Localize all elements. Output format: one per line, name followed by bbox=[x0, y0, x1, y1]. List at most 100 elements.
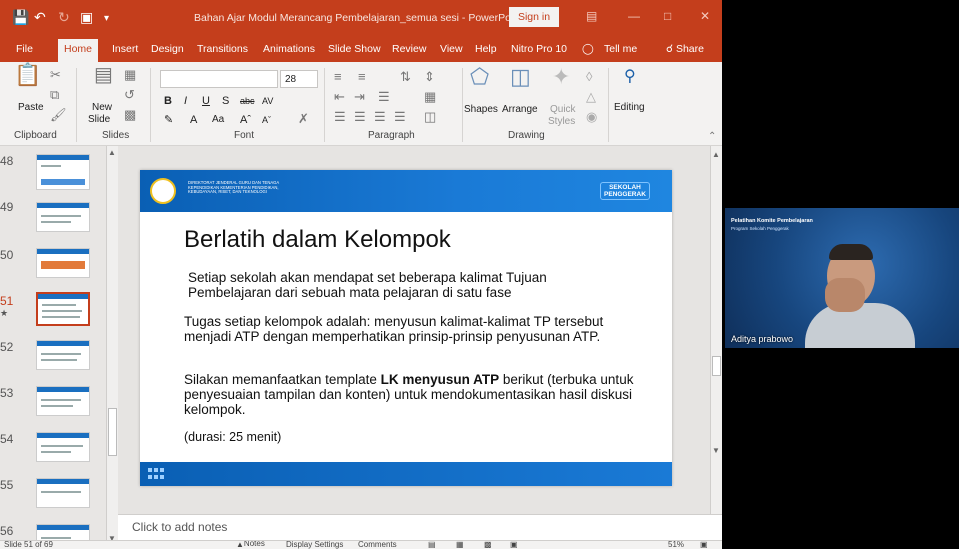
grow-font-icon[interactable]: Aˆ bbox=[240, 114, 251, 126]
section-icon[interactable]: ▩ bbox=[124, 108, 136, 122]
thumbnail-slide[interactable] bbox=[36, 248, 90, 278]
copy-icon[interactable]: ⧉ bbox=[50, 88, 59, 102]
font-name-box[interactable] bbox=[160, 70, 278, 88]
line-spacing-icon[interactable]: ⇅ bbox=[400, 70, 411, 84]
display-settings-button[interactable]: Display Settings bbox=[286, 541, 343, 549]
scrollbar-thumb[interactable] bbox=[108, 408, 117, 456]
quick-styles-label-2[interactable]: Styles bbox=[548, 116, 575, 128]
slide-paragraph-4[interactable]: (durasi: 25 menit) bbox=[184, 430, 654, 445]
bullets-icon[interactable]: ≡ bbox=[334, 70, 342, 84]
tab-transitions[interactable]: Transitions bbox=[197, 43, 248, 55]
thumbnail-slide[interactable] bbox=[36, 340, 90, 370]
tell-me-box[interactable]: Tell me bbox=[604, 43, 637, 55]
scroll-up-icon[interactable]: ▲ bbox=[712, 150, 720, 159]
bold-icon[interactable]: B bbox=[164, 95, 172, 107]
char-spacing-icon[interactable]: AV bbox=[262, 95, 273, 107]
close-icon[interactable]: ✕ bbox=[700, 9, 710, 23]
layout-icon[interactable]: ▦ bbox=[124, 68, 136, 82]
justify-icon[interactable]: ☰ bbox=[394, 110, 406, 124]
thumbnail-slide[interactable] bbox=[36, 154, 90, 190]
tab-file[interactable]: File bbox=[16, 43, 33, 55]
tab-nitro[interactable]: Nitro Pro 10 bbox=[511, 43, 567, 55]
align-center-icon[interactable]: ☰ bbox=[354, 110, 366, 124]
text-direction-icon[interactable]: ⇕ bbox=[424, 70, 435, 84]
italic-icon[interactable]: I bbox=[184, 95, 187, 107]
fit-slide-icon[interactable]: ▣ bbox=[700, 541, 708, 549]
paste-label[interactable]: Paste bbox=[18, 102, 44, 114]
thumbnails-scrollbar[interactable]: ▲ ▼ bbox=[106, 146, 118, 549]
new-slide-label-2[interactable]: Slide bbox=[88, 114, 110, 126]
tab-review[interactable]: Review bbox=[392, 43, 426, 55]
align-text-icon[interactable]: ▦ bbox=[424, 90, 436, 104]
decrease-indent-icon[interactable]: ⇤ bbox=[334, 90, 345, 104]
slide-paragraph-3[interactable]: Silakan memanfaatkan template LK menyusu… bbox=[184, 372, 654, 417]
present-icon[interactable]: ▣ bbox=[80, 9, 93, 25]
maximize-icon[interactable]: □ bbox=[664, 9, 671, 23]
format-painter-icon[interactable]: 🖌 bbox=[50, 108, 67, 122]
tab-animations[interactable]: Animations bbox=[263, 43, 315, 55]
align-right-icon[interactable]: ☰ bbox=[374, 110, 386, 124]
sorter-view-icon[interactable]: ▦ bbox=[456, 541, 464, 549]
slideshow-view-icon[interactable]: ▣ bbox=[510, 541, 518, 549]
cut-icon[interactable]: ✂ bbox=[50, 68, 61, 82]
new-slide-icon[interactable]: ▤ bbox=[94, 65, 113, 85]
reading-view-icon[interactable]: ▩ bbox=[484, 541, 492, 549]
tab-slide-show[interactable]: Slide Show bbox=[328, 43, 381, 55]
scroll-down-icon[interactable]: ▼ bbox=[712, 446, 720, 455]
tab-insert[interactable]: Insert bbox=[112, 43, 138, 55]
slide-paragraph-2[interactable]: Tugas setiap kelompok adalah: menyusun k… bbox=[184, 314, 654, 344]
comments-button[interactable]: Comments bbox=[358, 541, 397, 549]
paste-icon[interactable]: 📋 bbox=[14, 64, 41, 86]
slide-scrollbar[interactable]: ▲ ▼ bbox=[710, 146, 722, 514]
thumbnail-slide[interactable] bbox=[36, 478, 90, 508]
quick-styles-icon[interactable]: ✦ bbox=[552, 66, 570, 88]
clear-format-icon[interactable]: ✗ bbox=[298, 112, 309, 126]
customize-qat-icon[interactable]: ▾ bbox=[104, 11, 109, 27]
sign-in-button[interactable]: Sign in bbox=[509, 7, 559, 27]
tab-design[interactable]: Design bbox=[151, 43, 184, 55]
columns-icon[interactable]: ☰ bbox=[378, 90, 390, 104]
share-button[interactable]: ☌ Share bbox=[666, 43, 704, 55]
font-color-icon[interactable]: A bbox=[190, 114, 197, 126]
highlight-icon[interactable]: ✎ bbox=[164, 114, 173, 126]
numbering-icon[interactable]: ≡ bbox=[358, 70, 366, 84]
editing-label[interactable]: Editing bbox=[614, 102, 645, 114]
video-participant-tile[interactable]: Pelatihan Komite Pembelajaran Program Se… bbox=[725, 208, 959, 348]
tab-view[interactable]: View bbox=[440, 43, 463, 55]
notes-toggle[interactable]: ▲ Notes bbox=[236, 541, 265, 549]
strikethrough-icon[interactable]: abc bbox=[240, 95, 255, 107]
notes-pane[interactable]: Click to add notes bbox=[118, 514, 722, 540]
minimize-icon[interactable]: — bbox=[628, 9, 640, 23]
shape-effects-icon[interactable]: ◉ bbox=[586, 110, 597, 124]
reset-icon[interactable]: ↺ bbox=[124, 88, 135, 102]
normal-view-icon[interactable]: ▤ bbox=[428, 541, 436, 549]
thumbnail-slide-selected[interactable] bbox=[36, 292, 90, 326]
quick-styles-label[interactable]: Quick bbox=[550, 104, 576, 116]
shrink-font-icon[interactable]: Aˇ bbox=[262, 114, 271, 126]
save-icon[interactable]: 💾 bbox=[12, 9, 29, 25]
current-slide[interactable]: DIREKTORAT JENDERAL GURU DAN TENAGA KEPE… bbox=[140, 170, 672, 486]
arrange-label[interactable]: Arrange bbox=[502, 104, 538, 116]
align-left-icon[interactable]: ☰ bbox=[334, 110, 346, 124]
search-icon[interactable]: ⚲ bbox=[624, 69, 636, 85]
shape-outline-icon[interactable]: △ bbox=[586, 90, 596, 104]
shape-fill-icon[interactable]: ◊ bbox=[586, 70, 592, 84]
lightbulb-icon[interactable]: ◯ bbox=[582, 43, 594, 55]
shadow-icon[interactable]: S bbox=[222, 95, 229, 107]
thumbnail-slide[interactable] bbox=[36, 386, 90, 416]
thumbnail-slide[interactable] bbox=[36, 202, 90, 232]
ribbon-display-icon[interactable]: ▤ bbox=[586, 9, 597, 23]
slide-title[interactable]: Berlatih dalam Kelompok bbox=[184, 226, 451, 254]
redo-icon[interactable]: ↻ bbox=[58, 9, 70, 25]
tab-help[interactable]: Help bbox=[475, 43, 497, 55]
underline-icon[interactable]: U bbox=[202, 95, 210, 107]
font-size-box[interactable]: 28 bbox=[280, 70, 318, 88]
slide-paragraph-1[interactable]: Setiap sekolah akan mendapat set beberap… bbox=[188, 270, 628, 300]
shapes-label[interactable]: Shapes bbox=[464, 104, 498, 116]
scroll-up-icon[interactable]: ▲ bbox=[108, 148, 116, 157]
scrollbar-thumb[interactable] bbox=[712, 356, 721, 376]
smartart-icon[interactable]: ◫ bbox=[424, 110, 436, 124]
increase-indent-icon[interactable]: ⇥ bbox=[354, 90, 365, 104]
shapes-icon[interactable]: ⬠ bbox=[470, 66, 489, 88]
tab-home[interactable]: Home bbox=[58, 39, 99, 62]
